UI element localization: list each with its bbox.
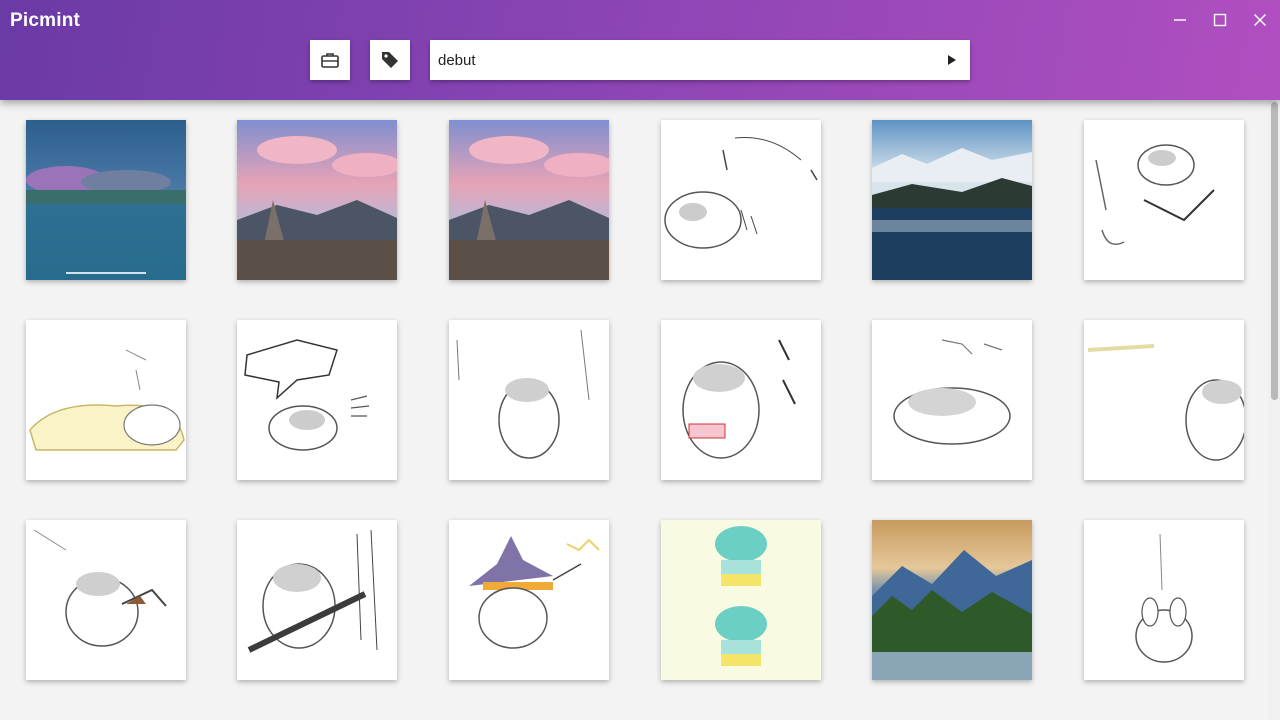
gallery-tile[interactable] [26, 520, 186, 680]
image-gallery [0, 100, 1268, 720]
thumbnail-image [872, 520, 1032, 680]
collections-button[interactable] [310, 40, 350, 80]
thumbnail-image [237, 320, 397, 480]
tag-icon [382, 52, 398, 68]
thumbnail-image [872, 120, 1032, 280]
gallery-tile[interactable] [449, 120, 609, 280]
scrollbar-thumb[interactable] [1271, 102, 1278, 400]
gallery-tile[interactable] [1084, 320, 1244, 480]
search-input[interactable] [430, 40, 930, 80]
thumbnail-image [661, 120, 821, 280]
thumbnail-image [26, 320, 186, 480]
app-title: Picmint [10, 10, 81, 31]
minimize-icon [1174, 19, 1186, 21]
gallery-tile[interactable] [237, 520, 397, 680]
search-box[interactable] [430, 40, 970, 80]
gallery-tile[interactable] [237, 320, 397, 480]
gallery-tile[interactable] [449, 520, 609, 680]
thumbnail-image [26, 120, 186, 280]
gallery-tile[interactable] [872, 520, 1032, 680]
thumbnail-image [449, 320, 609, 480]
play-icon [948, 55, 956, 65]
thumbnail-image [1084, 520, 1244, 680]
maximize-icon [1213, 13, 1227, 27]
thumbnail-image [449, 520, 609, 680]
thumbnail-image [237, 520, 397, 680]
gallery-tile[interactable] [26, 320, 186, 480]
briefcase-icon [321, 53, 339, 68]
thumbnail-image [26, 520, 186, 680]
close-icon [1253, 13, 1267, 27]
gallery-tile[interactable] [872, 120, 1032, 280]
close-button[interactable] [1247, 8, 1273, 32]
thumbnail-image [1084, 120, 1244, 280]
gallery-tile[interactable] [1084, 120, 1244, 280]
gallery-tile[interactable] [661, 120, 821, 280]
search-go-button[interactable] [942, 50, 962, 70]
minimize-button[interactable] [1167, 8, 1193, 32]
maximize-button[interactable] [1207, 8, 1233, 32]
gallery-tile[interactable] [449, 320, 609, 480]
gallery-tile[interactable] [237, 120, 397, 280]
tags-button[interactable] [370, 40, 410, 80]
gallery-tile[interactable] [661, 520, 821, 680]
title-bar: Picmint [0, 0, 1280, 100]
thumbnail-image [661, 320, 821, 480]
thumbnail-image [449, 120, 609, 280]
thumbnail-image [872, 320, 1032, 480]
gallery-tile[interactable] [26, 120, 186, 280]
gallery-tile[interactable] [1084, 520, 1244, 680]
gallery-tile[interactable] [661, 320, 821, 480]
gallery-scrollbar[interactable] [1268, 100, 1280, 720]
thumbnail-image [1084, 320, 1244, 480]
thumbnail-image [237, 120, 397, 280]
gallery-tile[interactable] [872, 320, 1032, 480]
thumbnail-image [661, 520, 821, 680]
